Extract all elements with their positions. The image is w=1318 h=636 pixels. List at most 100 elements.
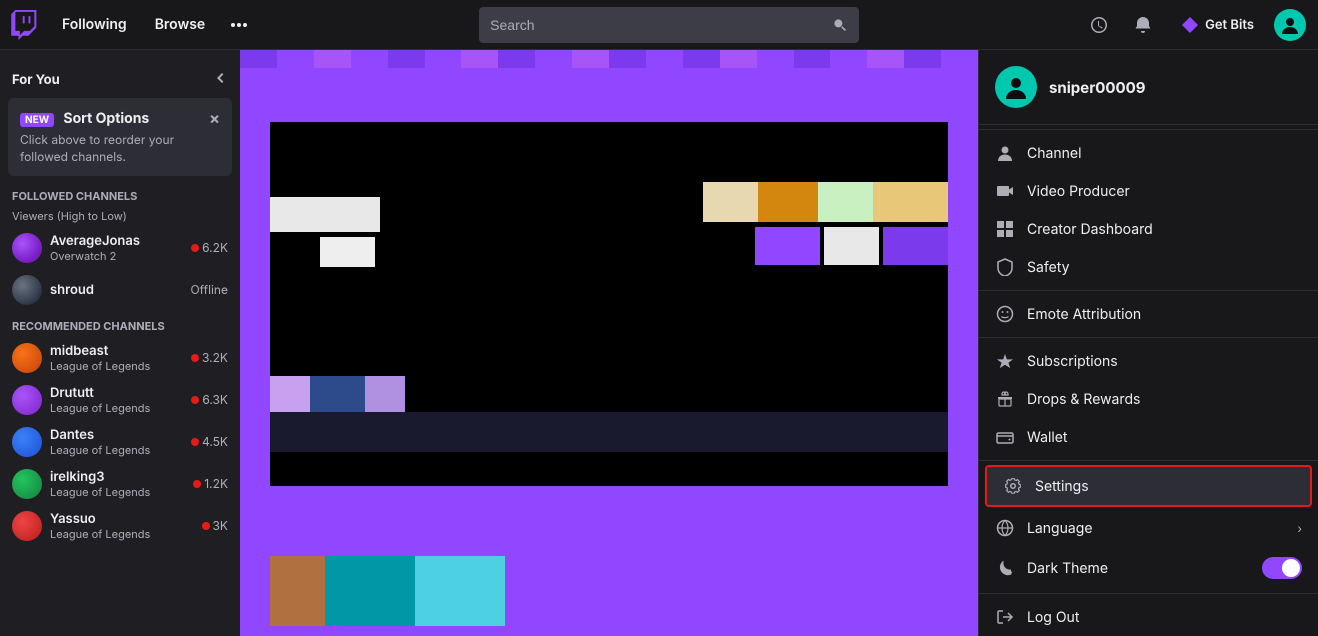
recommended-channel-irelking3[interactable]: irelking3 League of Legends 1.2K bbox=[0, 463, 240, 505]
search-input[interactable] bbox=[490, 17, 824, 33]
recommended-channel-midbeast[interactable]: midbeast League of Legends 3.2K bbox=[0, 337, 240, 379]
globe-icon bbox=[995, 519, 1015, 537]
divider-3 bbox=[979, 337, 1318, 338]
channel-info: Dantes League of Legends bbox=[50, 427, 183, 457]
moon-icon bbox=[995, 559, 1015, 577]
wallet-icon bbox=[995, 428, 1015, 446]
search-box[interactable] bbox=[479, 7, 859, 43]
dropdown-item-drops-rewards[interactable]: Drops & Rewards bbox=[979, 380, 1318, 418]
divider-4 bbox=[979, 460, 1318, 461]
wallet-label: Wallet bbox=[1027, 429, 1302, 446]
sort-icon[interactable] bbox=[214, 188, 228, 205]
main-content bbox=[240, 50, 978, 636]
channel-offline-text: Offline bbox=[191, 282, 229, 297]
twitch-logo[interactable] bbox=[0, 10, 50, 40]
bottom-fade bbox=[240, 531, 978, 556]
sidebar-collapse-button[interactable] bbox=[212, 70, 228, 90]
recommended-channel-yassuo[interactable]: Yassuo League of Legends 3K bbox=[0, 505, 240, 547]
recommended-channel-dantes[interactable]: Dantes League of Legends 4.5K bbox=[0, 421, 240, 463]
channel-avatar bbox=[12, 385, 42, 415]
user-dropdown-menu: sniper00009 Channel Video Producer Creat… bbox=[978, 50, 1318, 636]
channel-name: shroud bbox=[50, 282, 183, 298]
channel-game: League of Legends bbox=[50, 359, 183, 373]
safety-label: Safety bbox=[1027, 259, 1302, 276]
notifications-button[interactable] bbox=[1125, 7, 1161, 43]
dropdown-item-wallet[interactable]: Wallet bbox=[979, 418, 1318, 456]
following-nav-link[interactable]: Following bbox=[50, 10, 139, 39]
sort-options-title-row: NEW Sort Options × bbox=[20, 108, 220, 128]
dropdown-item-language[interactable]: Language › bbox=[979, 509, 1318, 547]
channel-avatar bbox=[12, 275, 42, 305]
followed-channels-title: FOLLOWED CHANNELS bbox=[12, 189, 137, 203]
channel-info: Yassuo League of Legends bbox=[50, 511, 194, 541]
channel-viewers: 1.2K bbox=[193, 476, 228, 491]
emote-attribution-label: Emote Attribution bbox=[1027, 306, 1302, 323]
dropdown-item-channel[interactable]: Channel bbox=[979, 134, 1318, 172]
channel-info: AverageJonas Overwatch 2 bbox=[50, 233, 183, 263]
right-actions: Get Bits bbox=[1081, 7, 1318, 43]
recommended-channels-label: RECOMMENDED CHANNELS bbox=[0, 311, 240, 337]
channel-label: Channel bbox=[1027, 145, 1302, 162]
inbox-button[interactable] bbox=[1081, 7, 1117, 43]
dropdown-item-dark-theme[interactable]: Dark Theme bbox=[979, 547, 1318, 589]
shield-icon bbox=[995, 258, 1015, 276]
channel-game: League of Legends bbox=[50, 401, 183, 415]
get-bits-label: Get Bits bbox=[1205, 17, 1254, 33]
mosaic-top bbox=[240, 50, 978, 122]
ui-blocks-bottom bbox=[270, 376, 405, 412]
dropdown-item-settings[interactable]: Settings bbox=[985, 465, 1312, 507]
recommended-channel-drututt[interactable]: Drututt League of Legends 6.3K bbox=[0, 379, 240, 421]
dropdown-item-creator-dashboard[interactable]: Creator Dashboard bbox=[979, 210, 1318, 248]
gear-icon bbox=[1003, 477, 1023, 495]
ui-block-left bbox=[270, 197, 380, 232]
sidebar-title: For You bbox=[12, 72, 60, 88]
dropdown-item-logout[interactable]: Log Out bbox=[979, 598, 1318, 636]
user-avatar-button[interactable] bbox=[1274, 9, 1306, 41]
followed-channel-averagejonas[interactable]: AverageJonas Overwatch 2 6.2K bbox=[0, 227, 240, 269]
star-icon bbox=[995, 352, 1015, 370]
dropdown-item-video-producer[interactable]: Video Producer bbox=[979, 172, 1318, 210]
channel-info: Drututt League of Legends bbox=[50, 385, 183, 415]
channel-viewers: 4.5K bbox=[191, 434, 228, 449]
dark-theme-toggle[interactable] bbox=[1262, 557, 1302, 579]
more-nav-button[interactable] bbox=[221, 7, 257, 43]
channel-avatar bbox=[12, 427, 42, 457]
language-arrow: › bbox=[1297, 521, 1302, 536]
video-producer-label: Video Producer bbox=[1027, 183, 1302, 200]
followed-channel-shroud[interactable]: shroud Offline bbox=[0, 269, 240, 311]
channel-name: Drututt bbox=[50, 385, 183, 401]
search-area bbox=[257, 7, 1081, 43]
logout-icon bbox=[995, 608, 1015, 626]
dropdown-username: sniper00009 bbox=[1049, 78, 1146, 97]
sort-options-close-button[interactable]: × bbox=[209, 108, 220, 128]
sort-options-box: NEW Sort Options × Click above to reorde… bbox=[8, 98, 232, 176]
bottom-area bbox=[240, 486, 978, 636]
channel-name: irelking3 bbox=[50, 469, 185, 485]
user-avatar-icon bbox=[1279, 14, 1301, 36]
get-bits-button[interactable]: Get Bits bbox=[1169, 7, 1266, 43]
channel-name: Dantes bbox=[50, 427, 183, 443]
nav-links: Following Browse bbox=[50, 7, 257, 43]
search-icon bbox=[832, 17, 848, 33]
channel-avatar bbox=[12, 469, 42, 499]
browse-nav-link[interactable]: Browse bbox=[143, 10, 218, 39]
followed-channels-label: FOLLOWED CHANNELS bbox=[0, 180, 240, 209]
sort-options-title-text: NEW Sort Options bbox=[20, 110, 149, 127]
dropdown-item-safety[interactable]: Safety bbox=[979, 248, 1318, 286]
dropdown-user-section: sniper00009 bbox=[979, 50, 1318, 125]
ui-block-left-2 bbox=[320, 237, 375, 267]
sort-options-label: Sort Options bbox=[63, 110, 149, 127]
channel-avatar bbox=[12, 511, 42, 541]
channel-game: League of Legends bbox=[50, 443, 183, 457]
dropdown-item-subscriptions[interactable]: Subscriptions bbox=[979, 342, 1318, 380]
channel-name: Yassuo bbox=[50, 511, 194, 527]
channel-avatar bbox=[12, 233, 42, 263]
stream-background bbox=[240, 50, 978, 636]
dropdown-item-emote-attribution[interactable]: Emote Attribution bbox=[979, 295, 1318, 333]
stream-area bbox=[240, 50, 978, 636]
dark-theme-label: Dark Theme bbox=[1027, 560, 1250, 577]
channel-name: midbeast bbox=[50, 343, 183, 359]
divider-2 bbox=[979, 290, 1318, 291]
sort-options-description: Click above to reorder your followed cha… bbox=[20, 132, 220, 166]
subscriptions-label: Subscriptions bbox=[1027, 353, 1302, 370]
